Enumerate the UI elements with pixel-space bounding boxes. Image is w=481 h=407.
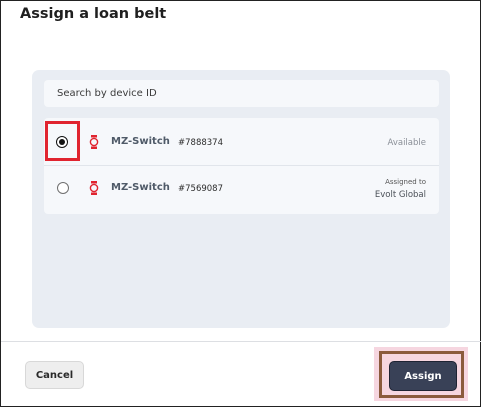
assign-loan-belt-dialog: Assign a loan belt Search by device ID M… <box>0 0 481 407</box>
device-radio[interactable] <box>57 182 69 194</box>
assign-button[interactable]: Assign <box>389 361 457 391</box>
device-id: #7569087 <box>178 184 223 194</box>
cancel-button[interactable]: Cancel <box>25 361 84 389</box>
search-input[interactable]: Search by device ID <box>44 80 439 107</box>
device-name: MZ-Switch <box>111 182 170 193</box>
watch-icon <box>89 181 99 195</box>
assigned-to-label: Assigned to <box>385 178 426 186</box>
device-list: MZ-Switch #7888374 Available MZ-Switch #… <box>44 118 439 214</box>
device-id: #7888374 <box>178 138 223 148</box>
footer-divider <box>1 341 481 342</box>
device-name: MZ-Switch <box>111 136 170 147</box>
list-item[interactable]: MZ-Switch #7569087 Assigned to Evolt Glo… <box>44 166 439 214</box>
list-item[interactable]: MZ-Switch #7888374 Available <box>44 118 439 166</box>
selection-highlight-box <box>45 121 80 161</box>
dialog-title: Assign a loan belt <box>20 6 167 22</box>
status-badge: Available <box>387 138 426 148</box>
assigned-org: Evolt Global <box>374 190 426 200</box>
watch-icon <box>89 135 99 149</box>
